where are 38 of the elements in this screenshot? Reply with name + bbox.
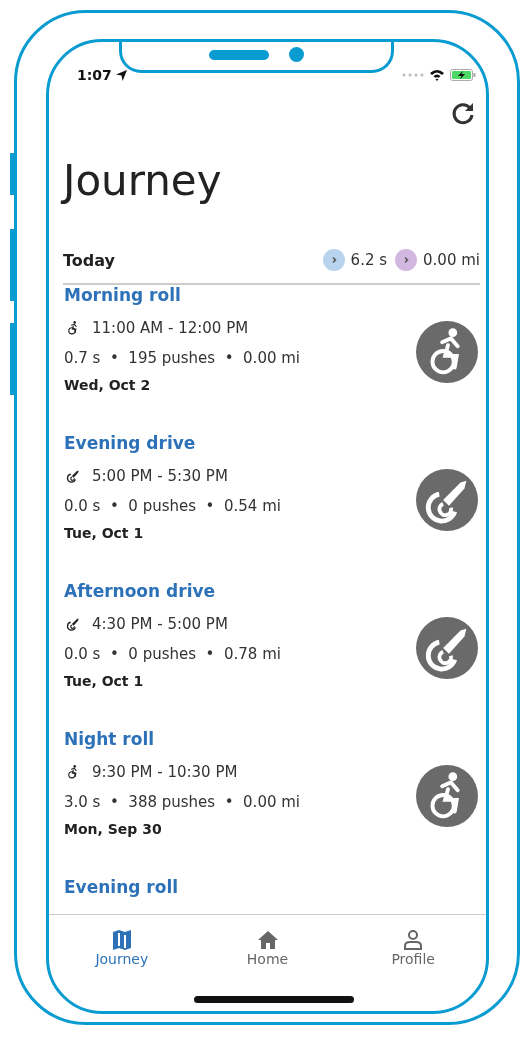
tab-bar-item[interactable]: Journey bbox=[49, 915, 195, 1011]
activity-time: 4:30 PM - 5:00 PM bbox=[92, 615, 228, 633]
signal-icon bbox=[402, 73, 424, 77]
activity-time: 5:00 PM - 5:30 PM bbox=[92, 467, 228, 485]
activity-title[interactable]: Evening roll bbox=[64, 877, 179, 897]
wifi-icon bbox=[429, 69, 445, 81]
home-icon bbox=[256, 929, 279, 951]
person-icon bbox=[402, 929, 425, 951]
tab-bar-item[interactable]: Profile bbox=[340, 915, 486, 1011]
section-label: Today bbox=[63, 250, 115, 270]
activity-time: 9:30 PM - 10:30 PM bbox=[92, 763, 238, 781]
activity-stats: 0.7 s • 195 pushes • 0.00 mi bbox=[64, 348, 300, 369]
wheelchair-badge-icon bbox=[416, 321, 478, 383]
tab-bar-item[interactable]: Home bbox=[194, 915, 341, 1011]
activity-date: Tue, Oct 1 bbox=[64, 525, 145, 541]
activity-title[interactable]: Morning roll bbox=[64, 285, 300, 305]
wheelchair-badge-icon bbox=[416, 765, 478, 827]
activity-title[interactable]: Evening drive bbox=[64, 433, 281, 453]
power-drive-badge-icon bbox=[416, 617, 478, 679]
activity-time: 11:00 AM - 12:00 PM bbox=[92, 319, 249, 337]
activity-stats: 3.0 s • 388 pushes • 0.00 mi bbox=[64, 792, 300, 813]
activity-date: Tue, Oct 1 bbox=[64, 673, 145, 689]
refresh-icon[interactable] bbox=[450, 100, 476, 126]
activity-title[interactable]: Night roll bbox=[64, 729, 300, 749]
power-drive-icon bbox=[64, 467, 82, 485]
activity-stats: 0.0 s • 0 pushes • 0.78 mi bbox=[64, 644, 281, 665]
map-icon bbox=[110, 929, 133, 951]
activity-date: Wed, Oct 2 bbox=[64, 377, 152, 393]
activity-title[interactable]: Afternoon drive bbox=[64, 581, 281, 601]
power-drive-icon bbox=[64, 615, 82, 633]
location-arrow-icon bbox=[115, 69, 127, 81]
status-time: 1:07 bbox=[77, 67, 127, 83]
stat-value: 0.00 mi bbox=[423, 251, 480, 269]
stat-value: 6.2 s bbox=[350, 251, 388, 269]
activity-stats: 0.0 s • 0 pushes • 0.54 mi bbox=[64, 496, 281, 517]
activity-date: Mon, Sep 30 bbox=[64, 821, 163, 837]
power-drive-badge-icon bbox=[416, 469, 478, 531]
battery-charging-icon bbox=[450, 69, 476, 81]
